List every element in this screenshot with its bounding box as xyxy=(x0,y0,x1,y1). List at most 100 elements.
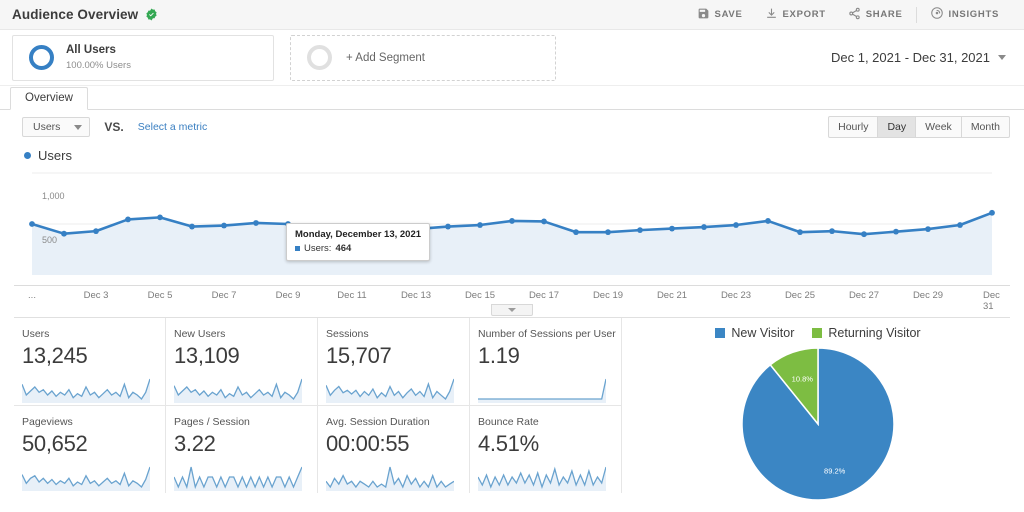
drag-handle-icon xyxy=(508,308,516,312)
sparkline xyxy=(326,373,457,405)
verified-badge-icon xyxy=(145,8,158,21)
insights-icon xyxy=(930,6,944,23)
date-range-picker[interactable]: Dec 1, 2021 - Dec 31, 2021 xyxy=(831,50,1010,65)
tab-strip: Overview xyxy=(0,86,1024,110)
x-axis-tick: Dec 21 xyxy=(656,290,688,301)
pie-legend-returning-visitor[interactable]: Returning Visitor xyxy=(812,326,921,340)
granularity-day[interactable]: Day xyxy=(878,116,917,138)
metric-card-row-1: Users 13,245 New Users 13,109 Sessions 1… xyxy=(14,318,622,406)
sparkline xyxy=(478,461,609,493)
metric-card-avg-session-duration[interactable]: Avg. Session Duration 00:00:55 xyxy=(318,406,470,493)
segment-ring-empty-icon xyxy=(307,45,332,70)
card-value: 4.51% xyxy=(478,431,539,456)
card-value: 13,245 xyxy=(22,343,88,368)
metric-card-pages-per-session[interactable]: Pages / Session 3.22 xyxy=(166,406,318,493)
x-axis-tick: Dec 25 xyxy=(784,290,816,301)
tooltip-series-swatch-icon xyxy=(295,246,300,251)
legend-dot-icon xyxy=(24,152,31,159)
granularity-week[interactable]: Week xyxy=(916,116,962,138)
export-label: EXPORT xyxy=(782,9,826,20)
save-icon xyxy=(697,7,710,23)
metric-card-pageviews[interactable]: Pageviews 50,652 xyxy=(14,406,166,493)
metric-card-sessions-per-user[interactable]: Number of Sessions per User 1.19 xyxy=(470,318,622,406)
card-value: 3.22 xyxy=(174,431,216,456)
pie-plot[interactable]: 89.2% 10.8% xyxy=(740,346,896,507)
line-chart-plot[interactable]: 1,000 500 Monday, December 13, 2021 User… xyxy=(14,167,1010,285)
x-axis-tick: Dec 9 xyxy=(275,290,301,301)
card-value: 00:00:55 xyxy=(326,431,410,456)
card-label: Pages / Session xyxy=(174,416,250,428)
header-actions: SAVE EXPORT SHARE INSIGHTS xyxy=(686,0,1010,30)
card-value: 1.19 xyxy=(478,343,520,368)
add-segment-button[interactable]: + Add Segment xyxy=(290,34,556,81)
x-axis-tick: Dec 19 xyxy=(592,290,624,301)
pie-legend-label: Returning Visitor xyxy=(828,326,921,340)
granularity-month[interactable]: Month xyxy=(961,116,1010,138)
pie-legend-label: New Visitor xyxy=(731,326,795,340)
share-label: SHARE xyxy=(865,9,903,20)
card-label: Avg. Session Duration xyxy=(326,416,430,428)
save-button[interactable]: SAVE xyxy=(686,0,754,30)
tooltip-series-label: Users: xyxy=(304,243,332,254)
primary-metric-dropdown[interactable]: Users xyxy=(22,117,91,137)
segment-bar: All Users 100.00% Users + Add Segment De… xyxy=(0,30,1024,86)
sparkline xyxy=(326,461,457,493)
export-icon xyxy=(765,7,778,23)
card-label: Users xyxy=(22,328,50,340)
card-label: Sessions xyxy=(326,328,369,340)
metric-card-row-2: Pageviews 50,652 Pages / Session 3.22 Av… xyxy=(14,406,622,493)
metric-selector-row: Users VS. Select a metric Hourly Day Wee… xyxy=(0,110,1024,144)
chevron-down-icon xyxy=(74,124,83,130)
lower-section: Users 13,245 New Users 13,109 Sessions 1… xyxy=(0,318,1024,507)
segment-percentage: 100.00% Users xyxy=(66,59,131,71)
metric-card-sessions[interactable]: Sessions 15,707 xyxy=(318,318,470,406)
vs-label: VS. xyxy=(104,120,124,134)
pie-legend-new-visitor[interactable]: New Visitor xyxy=(715,326,794,340)
x-axis-tick: Dec 23 xyxy=(720,290,752,301)
share-button[interactable]: SHARE xyxy=(837,0,914,30)
sparkline xyxy=(174,373,305,405)
card-label: Pageviews xyxy=(22,416,73,428)
metric-card-new-users[interactable]: New Users 13,109 xyxy=(166,318,318,406)
select-a-metric-link[interactable]: Select a metric xyxy=(138,121,207,133)
x-axis-tick: Dec 29 xyxy=(912,290,944,301)
tooltip-value: 464 xyxy=(335,243,352,254)
segment-name: All Users xyxy=(66,44,116,57)
card-label: New Users xyxy=(174,328,226,340)
x-axis-tick: Dec 7 xyxy=(211,290,237,301)
page-header: Audience Overview SAVE EXPORT SHARE INSI… xyxy=(0,0,1024,30)
save-label: SAVE xyxy=(714,9,743,20)
legend-swatch-icon xyxy=(812,328,823,338)
granularity-hourly[interactable]: Hourly xyxy=(828,116,879,138)
x-axis-tick: Dec 5 xyxy=(147,290,173,301)
chevron-down-icon xyxy=(998,55,1006,60)
insights-button[interactable]: INSIGHTS xyxy=(919,0,1010,30)
y-axis-label-500: 500 xyxy=(42,235,58,245)
x-axis-tick: ... xyxy=(28,290,36,301)
tab-overview[interactable]: Overview xyxy=(10,87,88,110)
chart-zoom-handle[interactable] xyxy=(491,304,533,316)
y-axis-label-1000: 1,000 xyxy=(42,191,65,201)
sparkline xyxy=(22,461,153,493)
metric-card-users[interactable]: Users 13,245 xyxy=(14,318,166,406)
card-value: 50,652 xyxy=(22,431,88,456)
sparkline xyxy=(478,373,609,405)
page-title: Audience Overview xyxy=(12,7,139,22)
segment-ring-icon xyxy=(29,45,54,70)
insights-label: INSIGHTS xyxy=(948,9,999,20)
analytics-page: Audience Overview SAVE EXPORT SHARE INSI… xyxy=(0,0,1024,512)
users-line-chart: Users 1,000 500 Monday, December 13, 202… xyxy=(0,144,1024,318)
x-axis: ... Dec 3 Dec 5 Dec 7 Dec 9 Dec 11 Dec 13 Dec 1… xyxy=(14,285,1010,312)
x-axis-tick: Dec 3 xyxy=(83,290,109,301)
pie-legend: New Visitor Returning Visitor xyxy=(715,326,921,340)
chart-tooltip: Monday, December 13, 2021 Users: 464 xyxy=(286,223,431,261)
segment-all-users[interactable]: All Users 100.00% Users xyxy=(12,34,274,81)
tooltip-series-row: Users: 464 xyxy=(295,243,421,254)
card-value: 15,707 xyxy=(326,343,392,368)
x-axis-tick: Dec 13 xyxy=(400,290,432,301)
export-button[interactable]: EXPORT xyxy=(754,0,837,30)
x-axis-tick: Dec 17 xyxy=(528,290,560,301)
metric-card-bounce-rate[interactable]: Bounce Rate 4.51% xyxy=(470,406,622,493)
chart-legend: Users xyxy=(14,144,1010,165)
metric-cards: Users 13,245 New Users 13,109 Sessions 1… xyxy=(14,318,622,507)
